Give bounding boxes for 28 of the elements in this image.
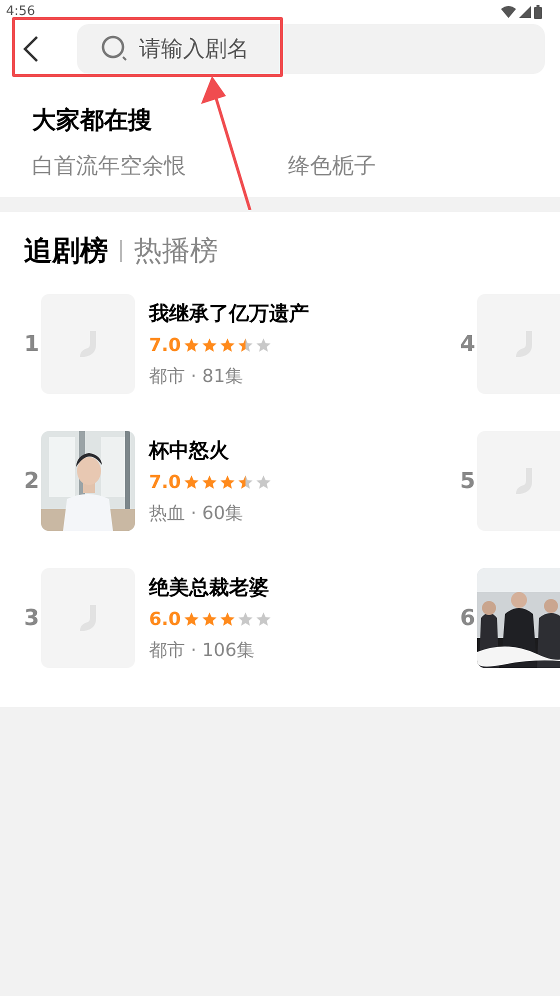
drama-meta: 热血 · 60集: [149, 502, 244, 526]
rank-number: 1: [23, 330, 40, 358]
battery-icon: [534, 5, 542, 19]
ranking-tab[interactable]: 热播榜: [134, 230, 218, 272]
signal-icon: [519, 6, 531, 18]
back-icon: [22, 35, 40, 63]
score: 7.0: [149, 471, 181, 495]
search-icon: [101, 35, 129, 63]
ranking-tab[interactable]: 追剧榜: [24, 230, 108, 272]
search-bar[interactable]: 请输入剧名: [77, 24, 545, 74]
rank-number: 3: [23, 604, 40, 632]
rank-number: 5: [459, 468, 476, 496]
search-field[interactable]: 请输入剧名: [139, 32, 439, 66]
rank-number: 4: [459, 330, 476, 358]
drama-meta: 都市 · 81集: [149, 365, 244, 389]
drama-title: 杯中怒火: [149, 437, 230, 464]
drama-meta: 都市 · 106集: [149, 639, 256, 663]
rank-number: 2: [23, 468, 40, 496]
hot-search-item[interactable]: 白首流年空余恨: [32, 150, 288, 183]
score: 7.0: [149, 334, 181, 358]
score: 6.0: [149, 608, 181, 632]
rank-number: 6: [459, 604, 476, 632]
section-title: 大家都在搜: [32, 106, 152, 134]
drama-title: 我继承了亿万遗产: [149, 300, 309, 327]
hot-search-item[interactable]: 绛色栀子: [288, 150, 544, 183]
drama-title: 绝美总裁老婆: [149, 574, 270, 601]
status-time: 4:56: [6, 3, 36, 22]
wifi-icon: [501, 6, 516, 18]
